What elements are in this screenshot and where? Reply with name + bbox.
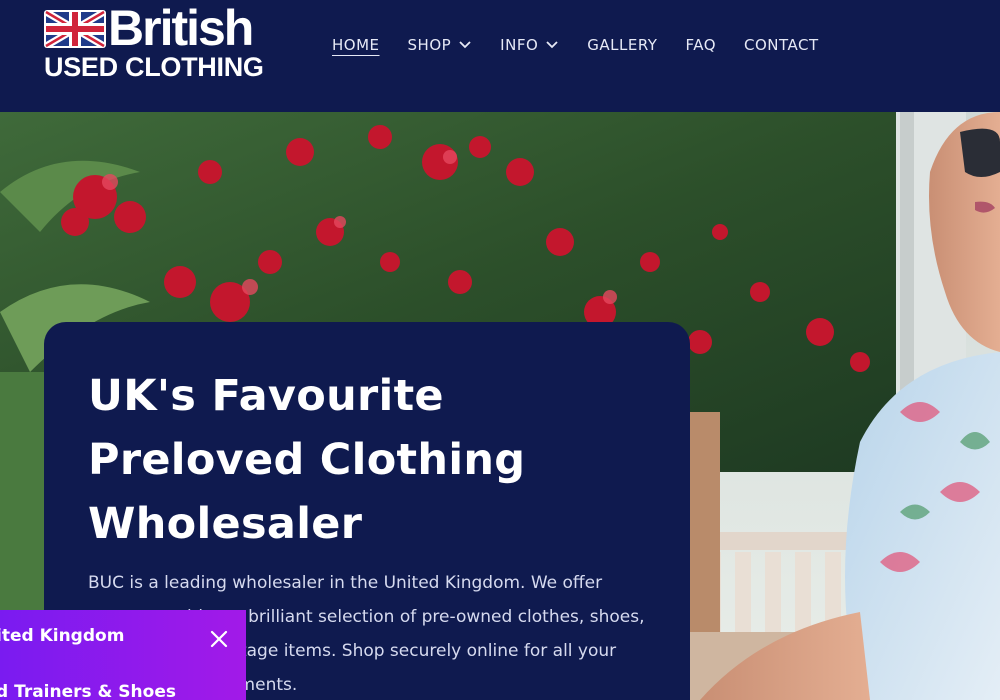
nav-item-home[interactable]: HOME: [332, 36, 380, 54]
popup-product-text: d Trainers & Shoes: [0, 682, 176, 700]
nav-item-label: FAQ: [685, 36, 717, 54]
nav-item-gallery[interactable]: GALLERY: [587, 36, 657, 54]
close-icon[interactable]: [208, 628, 230, 650]
popup-location-text: ited Kingdom: [0, 626, 125, 646]
nav-item-label: HOME: [332, 36, 380, 54]
chevron-down-icon: [546, 41, 558, 49]
site-header: British USED CLOTHING HOME SHOP INFO GAL…: [0, 0, 1000, 112]
nav-item-info[interactable]: INFO: [500, 36, 559, 54]
logo-brand-subname: USED CLOTHING: [44, 52, 264, 82]
chevron-down-icon: [459, 41, 471, 49]
nav-item-contact[interactable]: CONTACT: [744, 36, 819, 54]
main-nav: HOME SHOP INFO GALLERY FAQ CONTACT: [332, 34, 847, 56]
notification-popup[interactable]: ited Kingdom d Trainers & Shoes: [0, 610, 246, 700]
site-logo[interactable]: British USED CLOTHING: [44, 0, 294, 86]
logo-brand-name: British: [108, 0, 254, 56]
nav-item-label: SHOP: [407, 36, 452, 54]
union-jack-icon: [44, 10, 106, 48]
nav-item-faq[interactable]: FAQ: [685, 36, 716, 54]
nav-item-label: CONTACT: [744, 36, 819, 54]
nav-item-shop[interactable]: SHOP: [408, 36, 473, 54]
nav-item-label: INFO: [500, 36, 539, 54]
hero-title: UK's Favourite Preloved Clothing Wholesa…: [88, 371, 526, 549]
nav-item-label: GALLERY: [587, 36, 658, 54]
